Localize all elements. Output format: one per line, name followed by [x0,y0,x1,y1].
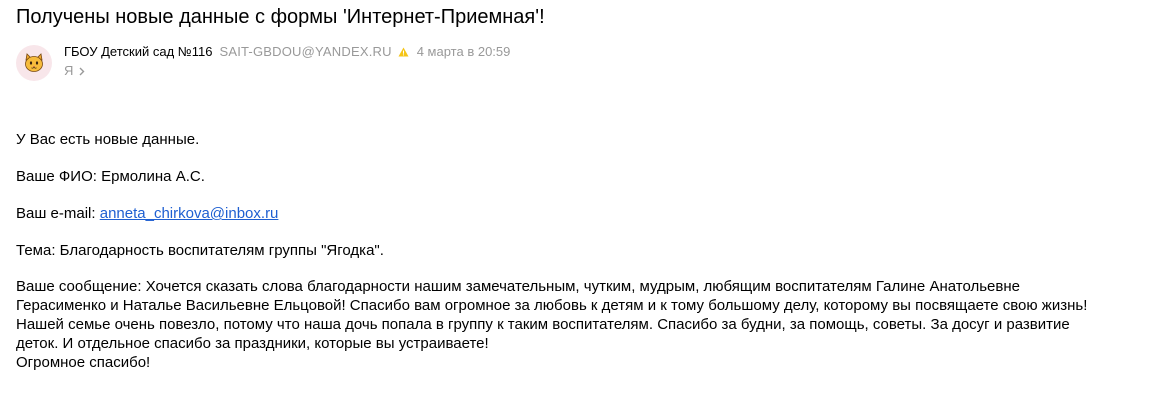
contact-email-link[interactable]: anneta_chirkova@inbox.ru [100,205,279,222]
email-subject: Получены новые данные с формы 'Интернет-… [16,6,545,28]
fio-line: Ваше ФИО: Ермолина А.С. [16,167,1166,186]
sender-row: ГБОУ Детский сад №116 SAIT-GBDOU@YANDEX.… [64,44,510,60]
recipient-label: Я [64,63,74,78]
message-text: Ваше сообщение: Хочется сказать слова бл… [16,277,1166,372]
email-label: Ваш e-mail: [16,205,96,222]
topic-value: Благодарность воспитателям группы "Ягодк… [59,242,384,259]
message-line: Ваше сообщение: Хочется сказать слова бл… [16,278,1020,295]
fio-value: Ермолина А.С. [101,168,205,185]
message-line: деток. И отдельное спасибо за праздники,… [16,335,489,352]
sender-avatar[interactable] [16,45,52,81]
message-line: Огромное спасибо! [16,354,151,371]
chevron-right-icon [79,67,85,76]
email-body: У Вас есть новые данные. Ваше ФИО: Ермол… [16,130,1166,390]
recipients-toggle[interactable]: Я [64,63,85,79]
sender-email[interactable]: SAIT-GBDOU@YANDEX.RU [219,44,391,60]
topic-line: Тема: Благодарность воспитателям группы … [16,241,1166,260]
intro-text: У Вас есть новые данные. [16,131,200,148]
fio-label: Ваше ФИО: [16,168,97,185]
warning-icon[interactable] [398,47,409,57]
cat-face-icon [25,53,43,72]
message-line: Герасименко и Наталье Васильевне Ельцово… [16,297,1088,314]
message-line: Нашей семье очень повезло, потому что на… [16,316,1070,333]
topic-label: Тема: [16,242,56,259]
sent-date: 4 марта в 20:59 [416,44,511,59]
sender-name[interactable]: ГБОУ Детский сад №116 [64,44,212,60]
email-line: Ваш e-mail: anneta_chirkova@inbox.ru [16,204,1166,223]
